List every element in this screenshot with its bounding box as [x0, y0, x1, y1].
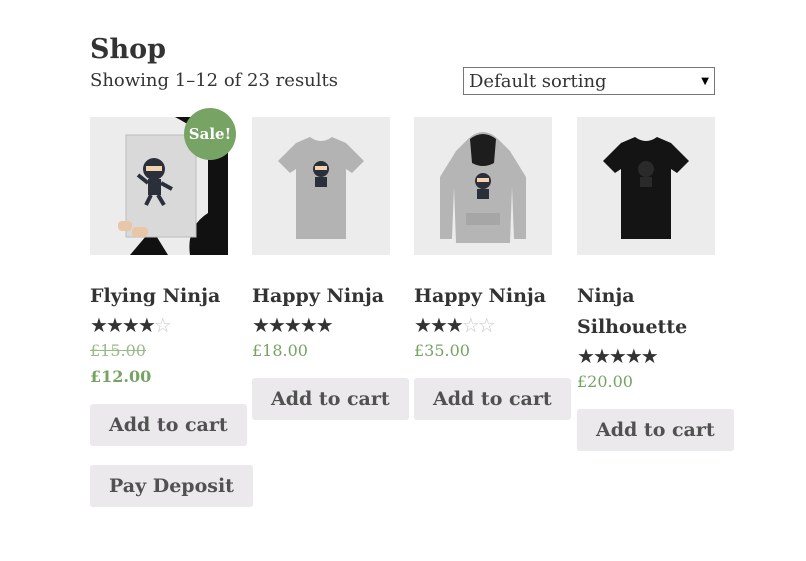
sale-price: £12.00: [90, 367, 152, 386]
result-count: Showing 1–12 of 23 results: [90, 70, 339, 91]
product-title[interactable]: Flying Ninja: [90, 281, 240, 312]
star-filled-icon: ★: [624, 344, 643, 368]
add-to-cart-button[interactable]: Add to cart: [577, 409, 734, 451]
star-filled-icon: ★: [414, 313, 432, 337]
star-rating: ★★★☆☆: [414, 312, 564, 338]
star-filled-icon: ★: [105, 313, 124, 337]
add-to-cart-button[interactable]: Add to cart: [90, 404, 247, 446]
product-image[interactable]: [252, 117, 390, 255]
star-filled-icon: ★: [252, 313, 270, 337]
add-to-cart-button[interactable]: Add to cart: [414, 378, 571, 420]
page-title: Shop: [90, 34, 167, 65]
star-empty-icon: ☆: [153, 313, 172, 337]
star-filled-icon: ★: [577, 344, 595, 368]
sorting-select[interactable]: Default sorting ▼: [463, 67, 715, 95]
product-card: Flying Ninja ★★★★☆ £15.00 £12.00 Add to …: [90, 117, 253, 507]
product-title[interactable]: Happy Ninja: [414, 281, 564, 312]
product-image[interactable]: [414, 117, 552, 255]
sorting-selected-value: Default sorting: [469, 70, 607, 92]
star-filled-icon: ★: [90, 313, 108, 337]
add-to-cart-button[interactable]: Add to cart: [252, 378, 409, 420]
star-filled-icon: ★: [640, 344, 659, 368]
star-filled-icon: ★: [283, 313, 302, 337]
price-block: £35.00: [414, 338, 564, 364]
star-rating: ★★★★☆: [90, 312, 240, 338]
star-filled-icon: ★: [429, 313, 448, 337]
product-title[interactable]: Happy Ninja: [252, 281, 402, 312]
star-filled-icon: ★: [267, 313, 286, 337]
star-filled-icon: ★: [315, 313, 334, 337]
star-filled-icon: ★: [121, 313, 140, 337]
product-price: £18.00: [252, 341, 308, 360]
dropdown-caret-icon: ▼: [701, 76, 709, 87]
sale-badge: Sale!: [184, 108, 236, 160]
star-rating: ★★★★★: [577, 343, 727, 369]
product-card: Happy Ninja ★★★★★ £18.00 Add to cart: [252, 117, 409, 420]
star-empty-icon: ☆: [461, 313, 480, 337]
star-filled-icon: ★: [608, 344, 627, 368]
product-card: Ninja Silhouette ★★★★★ £20.00 Add to car…: [577, 117, 734, 451]
star-filled-icon: ★: [299, 313, 318, 337]
product-image[interactable]: [577, 117, 715, 255]
pay-deposit-button[interactable]: Pay Deposit: [90, 465, 253, 507]
price-block: £20.00: [577, 369, 727, 395]
price-block: £15.00 £12.00: [90, 338, 240, 390]
star-empty-icon: ☆: [477, 313, 496, 337]
star-rating: ★★★★★: [252, 312, 402, 338]
star-filled-icon: ★: [137, 313, 156, 337]
product-price: £35.00: [414, 341, 470, 360]
product-title[interactable]: Ninja Silhouette: [577, 281, 727, 343]
star-filled-icon: ★: [592, 344, 611, 368]
price-block: £18.00: [252, 338, 402, 364]
star-filled-icon: ★: [445, 313, 464, 337]
product-card: Happy Ninja ★★★☆☆ £35.00 Add to cart: [414, 117, 571, 420]
original-price: £15.00: [90, 341, 146, 360]
product-price: £20.00: [577, 372, 633, 391]
